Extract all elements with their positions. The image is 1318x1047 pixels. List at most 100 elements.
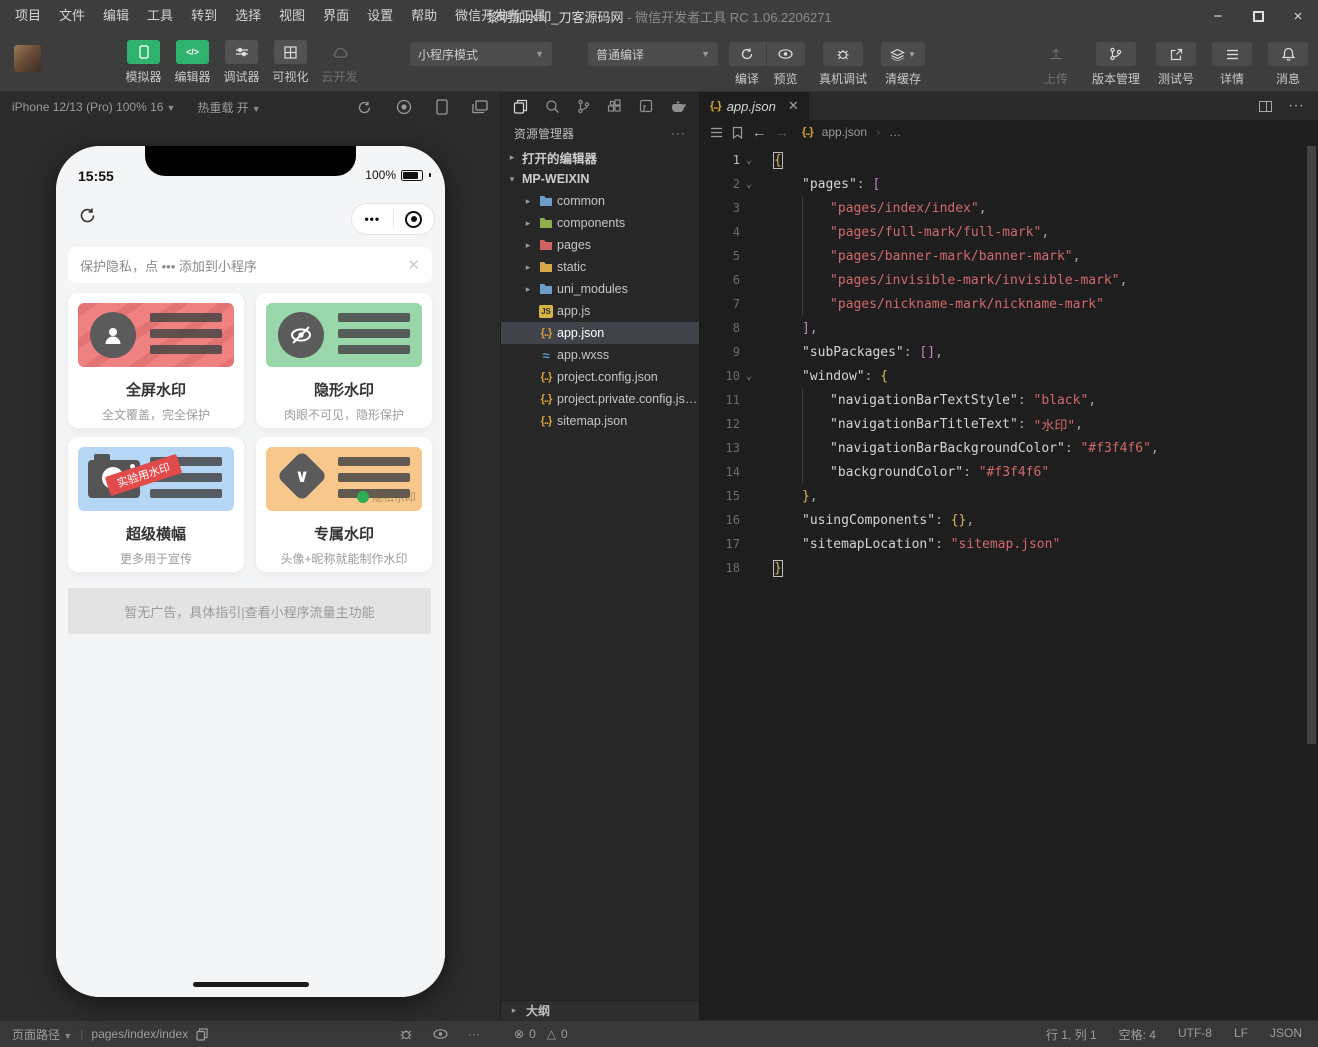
tree-item[interactable]: {..} sitemap.json [501, 410, 699, 432]
tree-item[interactable]: JS app.js [501, 300, 699, 322]
multi-window-icon[interactable] [472, 100, 488, 114]
device-frame-icon[interactable] [436, 99, 448, 115]
more-icon[interactable]: ··· [468, 1027, 480, 1041]
breadcrumb-more[interactable]: … [889, 125, 901, 139]
code-line[interactable]: 12 "navigationBarTitleText": "水印", [700, 412, 1318, 436]
outline-list-icon[interactable] [710, 127, 723, 138]
tree-item[interactable]: ▸ static [501, 256, 699, 278]
debug-icon[interactable] [399, 1027, 413, 1041]
fold-icon[interactable]: ⌄ [740, 155, 758, 166]
close-tab-icon[interactable]: ✕ [788, 98, 799, 114]
copy-icon[interactable] [196, 1027, 208, 1041]
split-editor-icon[interactable] [1259, 100, 1273, 112]
tab-app-json[interactable]: {..} app.json ✕ [700, 92, 809, 120]
menu-item[interactable]: 选择 [226, 0, 270, 32]
code-line[interactable]: 5 "pages/banner-mark/banner-mark", [700, 244, 1318, 268]
minimize-button[interactable]: − [1198, 0, 1238, 32]
code-line[interactable]: 1 ⌄ { [700, 148, 1318, 172]
open-editors-section[interactable]: ▸ 打开的编辑器 [501, 146, 699, 168]
menu-item[interactable]: 项目 [6, 0, 50, 32]
more-menu-button[interactable]: ••• [352, 212, 393, 226]
visual-toggle-button[interactable]: 可视化 [266, 40, 315, 85]
mode-select[interactable]: 小程序模式 ▼ [410, 42, 552, 66]
tree-item[interactable]: ≈ app.wxss [501, 344, 699, 366]
maximize-button[interactable] [1238, 0, 1278, 32]
simulator-toggle-button[interactable]: 模拟器 [119, 40, 168, 85]
eye-icon[interactable] [433, 1029, 448, 1039]
version-manage-button[interactable] [1095, 42, 1136, 66]
debugger-toggle-button[interactable]: 调试器 [217, 40, 266, 85]
outline-section[interactable]: ▸ 大纲 [501, 1000, 699, 1020]
code-line[interactable]: 3 "pages/index/index", [700, 196, 1318, 220]
code-line[interactable]: 18} [700, 556, 1318, 580]
details-button[interactable] [1212, 42, 1252, 66]
compile-button[interactable] [728, 42, 767, 66]
code-line[interactable]: 14 "backgroundColor": "#f3f4f6" [700, 460, 1318, 484]
search-icon[interactable] [545, 99, 560, 114]
code-line[interactable]: 7 "pages/nickname-mark/nickname-mark" [700, 292, 1318, 316]
project-root-section[interactable]: ▾ MP-WEIXIN [501, 168, 699, 190]
remote-debug-button[interactable] [823, 42, 863, 66]
code-line[interactable]: 6 "pages/invisible-mark/invisible-mark", [700, 268, 1318, 292]
menu-item[interactable]: 视图 [270, 0, 314, 32]
messages-button[interactable] [1268, 42, 1308, 66]
fold-icon[interactable]: ⌄ [740, 179, 758, 190]
tree-item[interactable]: {..} app.json [501, 322, 699, 344]
fold-icon[interactable]: ⌄ [740, 371, 758, 382]
tree-item[interactable]: ▸ pages [501, 234, 699, 256]
user-avatar[interactable] [14, 45, 41, 72]
editor-more-button[interactable]: ··· [1288, 97, 1304, 115]
menu-item[interactable]: 微信开发者工具 [446, 0, 555, 32]
tree-item[interactable]: ▸ uni_modules [501, 278, 699, 300]
editor-toggle-button[interactable]: </> 编辑器 [168, 40, 217, 85]
encoding[interactable]: UTF-8 [1178, 1026, 1212, 1043]
upload-button[interactable] [1036, 42, 1076, 66]
npm-box-icon[interactable] [639, 99, 653, 113]
code-line[interactable]: 17 "sitemapLocation": "sitemap.json" [700, 532, 1318, 556]
eol-setting[interactable]: LF [1234, 1026, 1248, 1043]
card-full-watermark[interactable]: 全屏水印 全文覆盖，完全保护 [68, 293, 244, 428]
test-account-button[interactable] [1156, 42, 1196, 66]
close-miniprogram-button[interactable] [394, 210, 435, 228]
menu-item[interactable]: 帮助 [402, 0, 446, 32]
tree-item[interactable]: {..} project.private.config.js… [501, 388, 699, 410]
card-super-banner[interactable]: 实验用水印 超级横幅 更多用于宣传 [68, 437, 244, 572]
code-line[interactable]: 9 "subPackages": [], [700, 340, 1318, 364]
code-area[interactable]: 1 ⌄{2 ⌄ "pages": [3 "pages/index/index", 4 "pa… [700, 144, 1318, 580]
git-icon[interactable] [577, 99, 590, 114]
page-refresh-icon[interactable] [78, 206, 97, 225]
code-line[interactable]: 2 ⌄ "pages": [ [700, 172, 1318, 196]
code-line[interactable]: 16 "usingComponents": {}, [700, 508, 1318, 532]
editor-scrollbar[interactable] [1307, 146, 1316, 744]
bookmark-icon[interactable] [732, 126, 743, 139]
indent-setting[interactable]: 空格: 4 [1119, 1026, 1156, 1043]
forward-icon[interactable]: → [775, 124, 789, 140]
code-line[interactable]: 11 "navigationBarTextStyle": "black", [700, 388, 1318, 412]
close-button[interactable]: × [1278, 0, 1318, 32]
files-icon[interactable] [513, 99, 528, 114]
code-line[interactable]: 13 "navigationBarBackgroundColor": "#f3f4… [700, 436, 1318, 460]
menu-item[interactable]: 界面 [314, 0, 358, 32]
rotate-icon[interactable] [357, 100, 372, 115]
compile-mode-select[interactable]: 普通编译 ▼ [588, 42, 718, 66]
language-mode[interactable]: JSON [1270, 1026, 1302, 1043]
menu-item[interactable]: 转到 [182, 0, 226, 32]
code-line[interactable]: 10 ⌄ "window": { [700, 364, 1318, 388]
teapot-icon[interactable] [670, 99, 687, 113]
tree-item[interactable]: ▸ common [501, 190, 699, 212]
card-invisible-watermark[interactable]: 隐形水印 肉眼不可见，隐形保护 [256, 293, 432, 428]
page-path-selector[interactable]: 页面路径 ▼ [12, 1026, 72, 1043]
hot-reload-toggle[interactable]: 热重载 开 ▼ [197, 99, 260, 116]
cloud-dev-button[interactable]: 云开发 [315, 40, 364, 85]
device-select[interactable]: iPhone 12/13 (Pro) 100% 16 ▼ [12, 100, 175, 114]
tree-item[interactable]: ▸ components [501, 212, 699, 234]
menu-item[interactable]: 设置 [358, 0, 402, 32]
code-line[interactable]: 15}, [700, 484, 1318, 508]
menu-item[interactable]: 工具 [138, 0, 182, 32]
cursor-position[interactable]: 行 1, 列 1 [1046, 1026, 1097, 1043]
code-line[interactable]: 4 "pages/full-mark/full-mark", [700, 220, 1318, 244]
close-icon[interactable]: ✕ [407, 256, 420, 274]
back-icon[interactable]: ← [752, 124, 766, 140]
clear-cache-button[interactable]: ▼ [881, 42, 925, 66]
explorer-more-button[interactable]: ··· [671, 126, 686, 140]
